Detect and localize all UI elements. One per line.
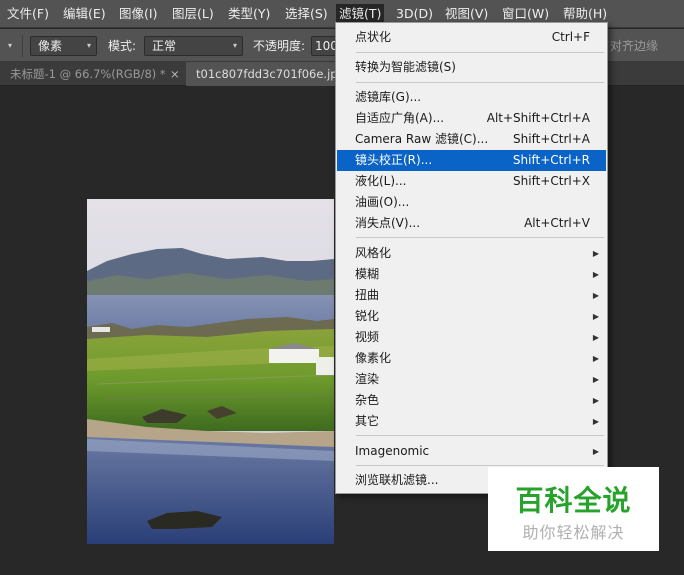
menu-item-shortcut: Alt+Ctrl+V: [524, 216, 590, 230]
menu-item-label: 扭曲: [355, 288, 380, 302]
submenu-arrow-icon: ▶: [592, 249, 599, 258]
menu-item-label: 浏览联机滤镜...: [355, 473, 439, 487]
menu-item-shortcut: Alt+Shift+Ctrl+A: [486, 111, 590, 125]
menu-edit[interactable]: 编辑(E): [60, 4, 109, 24]
align-edges-label: 对齐边缘: [610, 39, 659, 53]
menu-item-label: Imagenomic: [355, 444, 430, 458]
tool-preset-chevron-icon[interactable]: ▾: [8, 36, 12, 56]
menu-item-pointillize[interactable]: 点状化 Ctrl+F: [337, 27, 606, 48]
menu-item-label: 消失点(V)...: [355, 216, 421, 230]
mode-dropdown[interactable]: 正常 ▾: [144, 36, 243, 56]
tab-photo[interactable]: t01c807fdd3c701f06e.jpg: [186, 62, 336, 86]
mode-dropdown-value: 正常: [152, 39, 177, 53]
menu-item-label: 点状化: [355, 30, 392, 44]
menu-filter[interactable]: 滤镜(T): [336, 4, 385, 24]
menu-item-noise[interactable]: 杂色 ▶: [337, 390, 606, 411]
menu-item-imagenomic[interactable]: Imagenomic ▶: [337, 441, 606, 462]
menu-file[interactable]: 文件(F): [4, 4, 52, 24]
menu-item-label: 风格化: [355, 246, 392, 260]
watermark-subtitle: 助你轻松解决: [522, 523, 625, 542]
menu-item-label: 像素化: [355, 351, 392, 365]
tab-label: t01c807fdd3c701f06e.jpg: [196, 67, 336, 81]
menu-item-label: Camera Raw 滤镜(C)...: [355, 132, 489, 146]
menu-item-label: 滤镜库(G)...: [355, 90, 422, 104]
menu-item-label: 模糊: [355, 267, 380, 281]
menu-separator: [356, 52, 604, 53]
menu-item-label: 锐化: [355, 309, 380, 323]
submenu-arrow-icon: ▶: [592, 333, 599, 342]
menu-item-label: 杂色: [355, 393, 380, 407]
menu-item-convert-smart-filters[interactable]: 转换为智能滤镜(S): [337, 57, 606, 78]
align-edges-option[interactable]: 对齐边缘: [610, 36, 684, 56]
menu-item-label: 自适应广角(A)...: [355, 111, 445, 125]
submenu-arrow-icon: ▶: [592, 270, 599, 279]
watermark-title: 百科全说: [515, 484, 632, 517]
chevron-down-icon: ▾: [86, 41, 91, 50]
menu-item-shortcut: Shift+Ctrl+R: [512, 153, 590, 167]
submenu-arrow-icon: ▶: [592, 291, 599, 300]
menu-item-adaptive-wide-angle[interactable]: 自适应广角(A)... Alt+Shift+Ctrl+A: [337, 108, 606, 129]
menu-image[interactable]: 图像(I): [116, 4, 160, 24]
submenu-arrow-icon: ▶: [592, 354, 599, 363]
menu-help[interactable]: 帮助(H): [560, 4, 610, 24]
menu-item-label: 渲染: [355, 372, 380, 386]
sample-dropdown-value: 像素: [38, 39, 63, 53]
document-canvas[interactable]: [87, 199, 334, 544]
opacity-input[interactable]: 100: [311, 36, 337, 56]
chevron-down-icon: ▾: [232, 41, 237, 50]
landscape-photo: [87, 199, 334, 544]
menu-item-stylize[interactable]: 风格化 ▶: [337, 243, 606, 264]
menu-item-label: 油画(O)...: [355, 195, 410, 209]
menu-separator: [356, 237, 604, 238]
sample-dropdown[interactable]: 像素 ▾: [30, 36, 97, 56]
menu-separator: [356, 435, 604, 436]
tab-untitled-1[interactable]: 未标题-1 @ 66.7%(RGB/8) * ×: [0, 62, 185, 86]
menu-window[interactable]: 窗口(W): [499, 4, 552, 24]
menu-item-liquify[interactable]: 液化(L)... Shift+Ctrl+X: [337, 171, 606, 192]
filter-menu: 点状化 Ctrl+F 转换为智能滤镜(S) 滤镜库(G)... 自适应广角(A)…: [335, 22, 608, 494]
mode-label: 模式:: [108, 39, 137, 53]
menu-layer[interactable]: 图层(L): [169, 4, 217, 24]
submenu-arrow-icon: ▶: [592, 447, 599, 456]
menu-item-camera-raw[interactable]: Camera Raw 滤镜(C)... Shift+Ctrl+A: [337, 129, 606, 150]
opacity-label: 不透明度:: [253, 39, 306, 53]
menu-item-label: 转换为智能滤镜(S): [355, 60, 456, 74]
menu-item-render[interactable]: 渲染 ▶: [337, 369, 606, 390]
submenu-arrow-icon: ▶: [592, 396, 599, 405]
menu-item-pixelate[interactable]: 像素化 ▶: [337, 348, 606, 369]
menu-select[interactable]: 选择(S): [282, 4, 331, 24]
menu-type[interactable]: 类型(Y): [225, 4, 273, 24]
menu-item-blur[interactable]: 模糊 ▶: [337, 264, 606, 285]
submenu-arrow-icon: ▶: [592, 312, 599, 321]
menu-item-label: 镜头校正(R)...: [355, 153, 433, 167]
menu-item-filter-gallery[interactable]: 滤镜库(G)...: [337, 87, 606, 108]
menu-item-label: 液化(L)...: [355, 174, 407, 188]
tab-label: 未标题-1 @ 66.7%(RGB/8) *: [10, 67, 166, 81]
menu-item-other[interactable]: 其它 ▶: [337, 411, 606, 432]
menu-item-vanishing-point[interactable]: 消失点(V)... Alt+Ctrl+V: [337, 213, 606, 234]
menu-item-oil-paint[interactable]: 油画(O)...: [337, 192, 606, 213]
menu-item-label: 其它: [355, 414, 380, 428]
menu-item-shortcut: Ctrl+F: [551, 30, 590, 44]
menu-separator: [356, 82, 604, 83]
menu-item-shortcut: Shift+Ctrl+A: [513, 132, 590, 146]
menu-separator: [356, 465, 604, 466]
menu-3d[interactable]: 3D(D): [393, 4, 436, 24]
submenu-arrow-icon: ▶: [592, 375, 599, 384]
menu-item-distort[interactable]: 扭曲 ▶: [337, 285, 606, 306]
close-icon[interactable]: ×: [170, 62, 180, 86]
submenu-arrow-icon: ▶: [592, 417, 599, 426]
divider: [22, 35, 23, 57]
opacity-value: 100: [315, 39, 337, 53]
menu-item-video[interactable]: 视频 ▶: [337, 327, 606, 348]
menu-view[interactable]: 视图(V): [442, 4, 491, 24]
watermark-logo: 百科全说 助你轻松解决: [488, 467, 659, 551]
menu-item-sharpen[interactable]: 锐化 ▶: [337, 306, 606, 327]
menu-item-label: 视频: [355, 330, 380, 344]
menu-item-lens-correction[interactable]: 镜头校正(R)... Shift+Ctrl+R: [337, 150, 606, 171]
menu-item-shortcut: Shift+Ctrl+X: [513, 174, 590, 188]
